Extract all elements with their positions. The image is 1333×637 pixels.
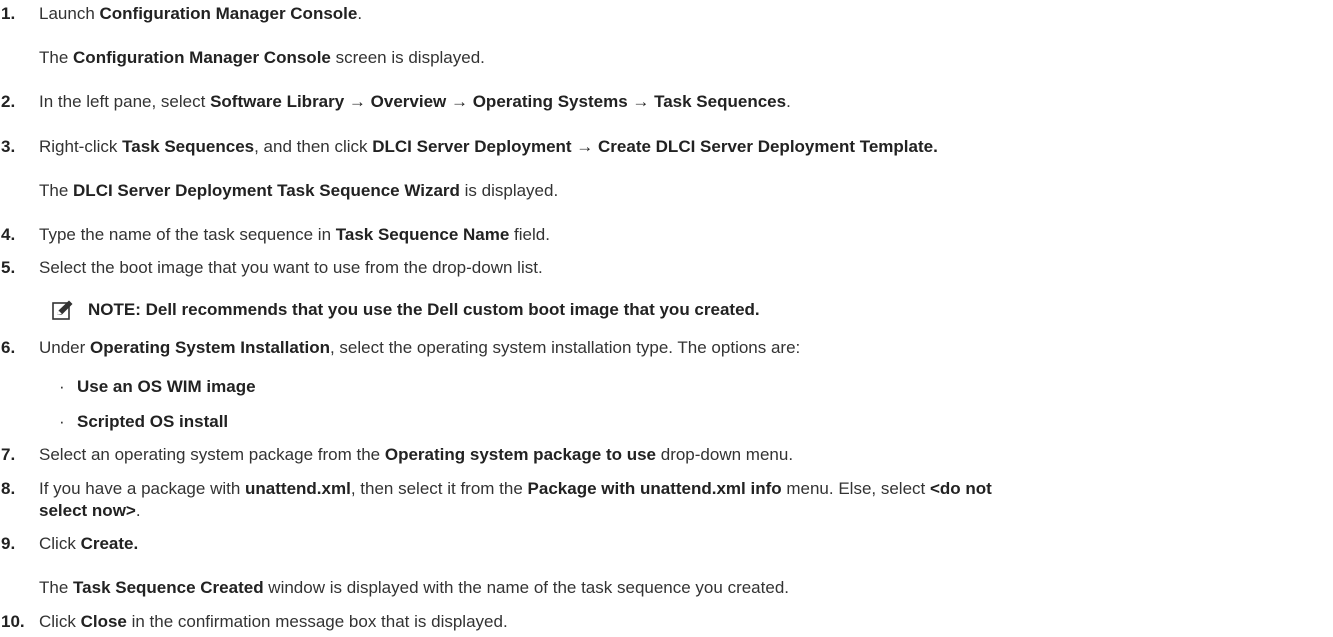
step-text: Under Operating System Installation, sel… (39, 338, 801, 357)
step-result-text: The Task Sequence Created window is disp… (39, 578, 789, 597)
step-text: Click Create. (39, 534, 139, 553)
step-number: 3. (1, 137, 16, 156)
step-number: 6. (1, 338, 16, 357)
step-text: Select an operating system package from … (39, 445, 794, 464)
step-text-continued: select now>. (39, 501, 141, 520)
step-number: 9. (1, 534, 16, 553)
step-number: 5. (1, 258, 16, 277)
step-number: 1. (1, 4, 16, 23)
step-text: If you have a package with unattend.xml,… (39, 479, 992, 498)
option-text: Use an OS WIM image (77, 377, 256, 396)
note-text: NOTE: Dell recommends that you use the D… (88, 300, 760, 319)
step-text: Launch Configuration Manager Console. (39, 4, 363, 23)
step-number: 7. (1, 445, 16, 464)
step-result-text: The Configuration Manager Console screen… (39, 48, 485, 67)
step-number: 10. (1, 612, 25, 631)
bullet-dot: · (59, 412, 65, 431)
step-text: Right-click Task Sequences, and then cli… (39, 137, 938, 156)
step-result-text: The DLCI Server Deployment Task Sequence… (39, 181, 559, 200)
step-number: 2. (1, 92, 16, 111)
step-text: In the left pane, select Software Librar… (39, 92, 791, 111)
step-number: 4. (1, 225, 16, 244)
step-text: Select the boot image that you want to u… (39, 258, 543, 277)
pencil-note-icon (52, 300, 73, 320)
step-number: 8. (1, 479, 16, 498)
step-text: Type the name of the task sequence in Ta… (39, 225, 550, 244)
option-text: Scripted OS install (77, 412, 229, 431)
bullet-dot: · (59, 377, 65, 396)
step-text: Click Close in the confirmation message … (39, 612, 508, 631)
